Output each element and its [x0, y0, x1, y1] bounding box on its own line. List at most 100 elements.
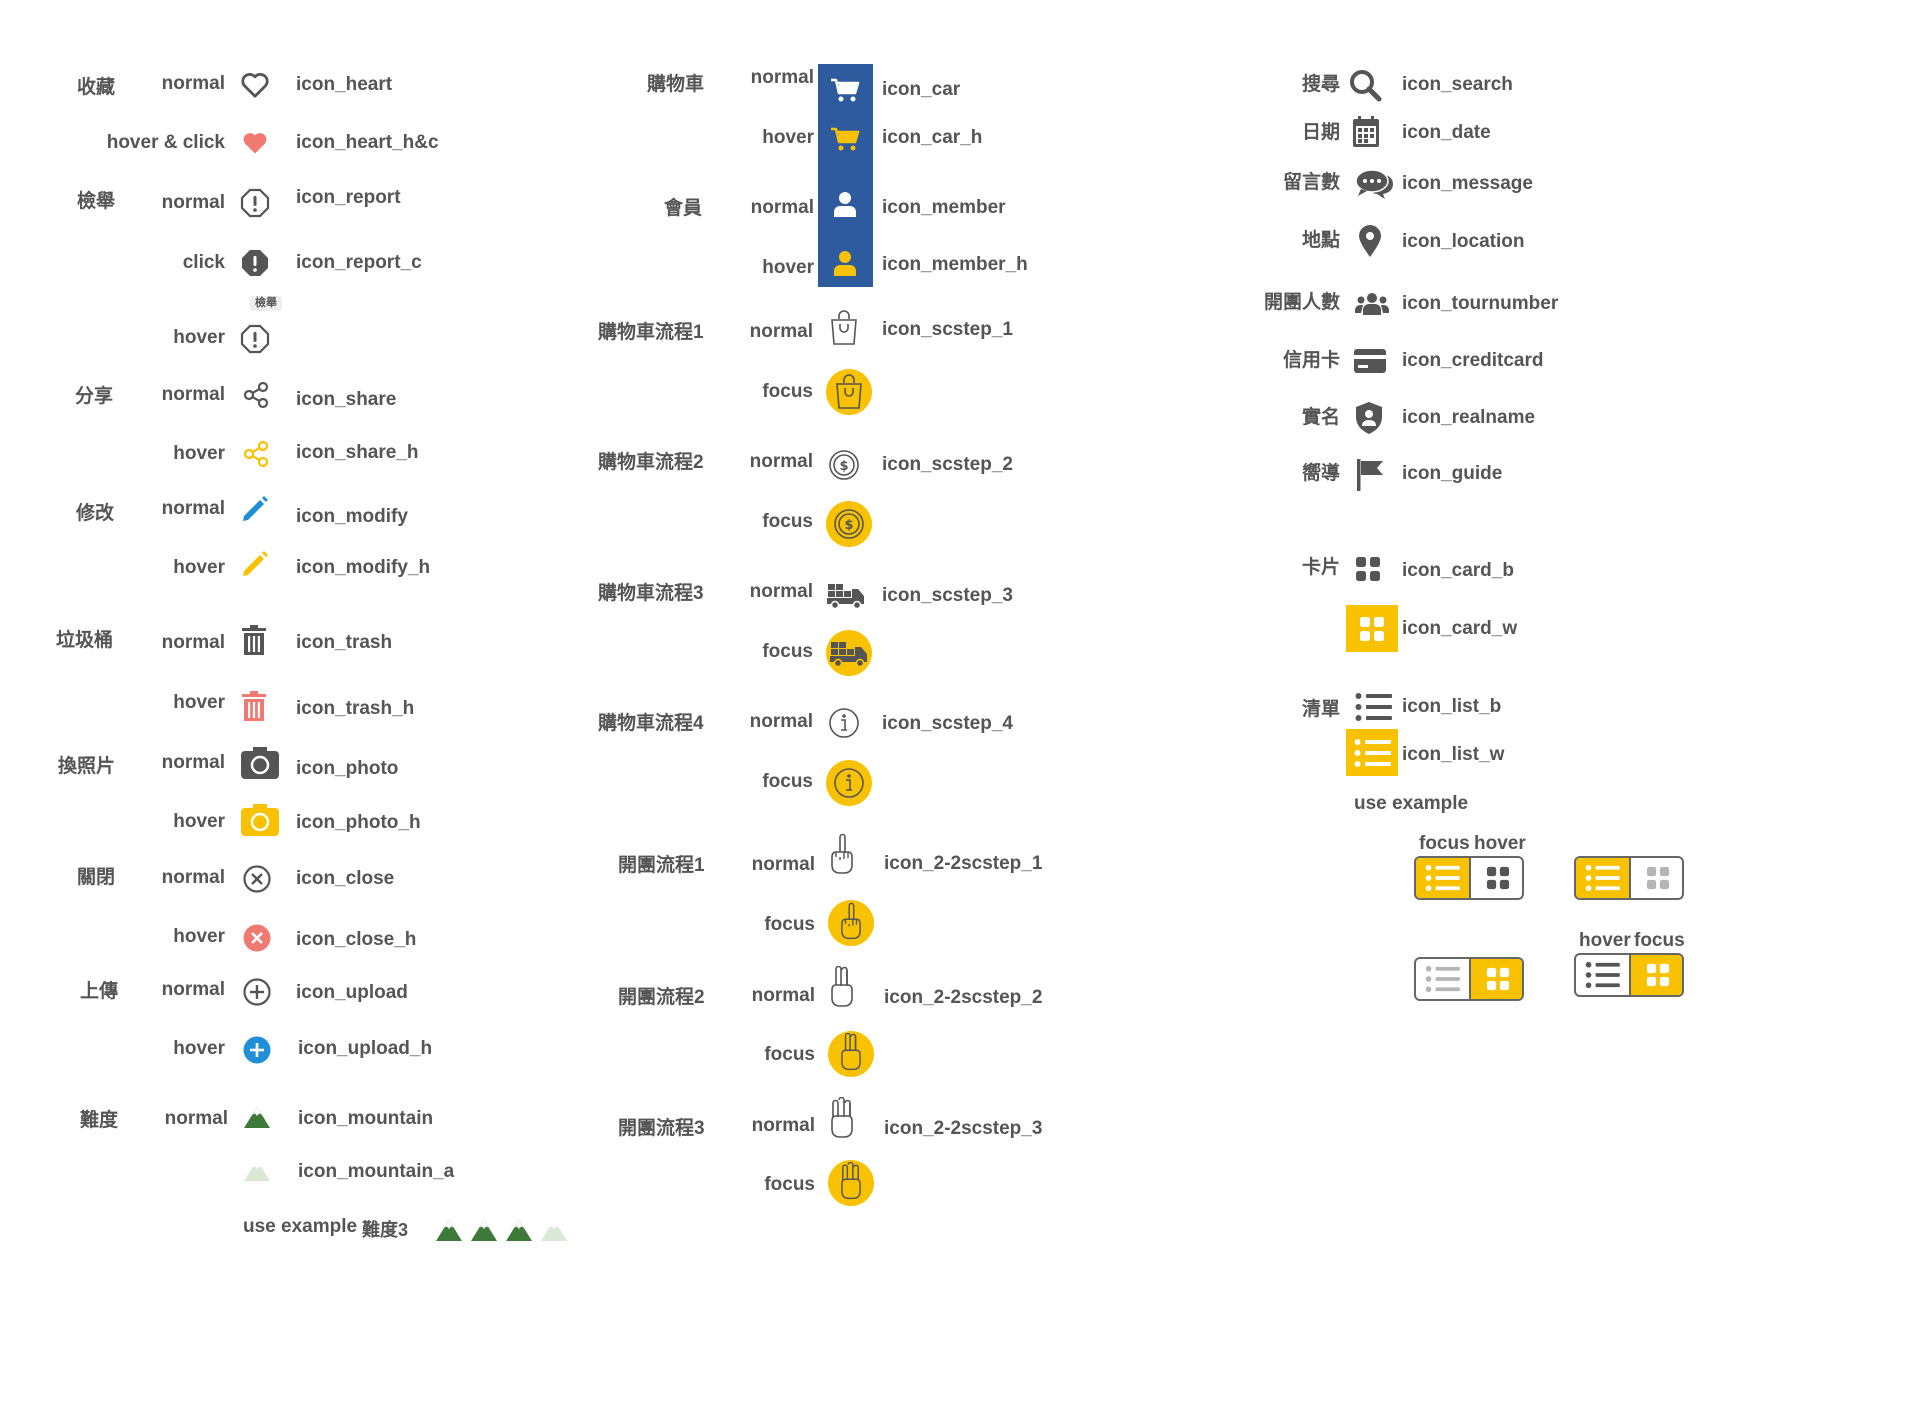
state-hover: hover — [173, 327, 225, 348]
grid-view-icon[interactable] — [1355, 556, 1381, 582]
hover-label: hover — [1474, 833, 1526, 854]
mountain-active-icon — [505, 1218, 533, 1247]
camera-icon[interactable] — [240, 746, 280, 780]
grid-view-white-icon[interactable] — [1346, 605, 1398, 652]
camera-hover-icon[interactable] — [240, 803, 280, 837]
icon-name: icon_trash — [296, 632, 393, 653]
icon-name: icon_2-2scstep_2 — [884, 987, 1043, 1008]
calendar-icon[interactable] — [1352, 116, 1380, 148]
state-normal: normal — [161, 498, 225, 519]
mountain-icon — [243, 1105, 271, 1129]
trash-icon[interactable] — [240, 623, 268, 657]
cart-icon[interactable] — [830, 77, 860, 103]
icon-name: icon_scstep_4 — [882, 713, 1013, 734]
mountain-inactive-icon — [540, 1218, 568, 1247]
list-toggle-option[interactable] — [1576, 955, 1629, 995]
heart-filled-icon[interactable] — [241, 130, 269, 156]
coin-focus-icon[interactable]: $ — [833, 508, 865, 540]
member-hover-icon[interactable] — [832, 249, 858, 277]
icon-name: icon_report — [296, 187, 401, 208]
icon-name: icon_creditcard — [1402, 350, 1544, 371]
hand-three-fingers-focus-icon[interactable] — [835, 1162, 867, 1202]
view-toggle-focus-list-hover-grid[interactable] — [1414, 856, 1524, 900]
upload-hover-icon[interactable] — [242, 1035, 272, 1065]
list-toggle-option[interactable] — [1416, 959, 1469, 999]
focus-label: focus — [1634, 930, 1685, 951]
close-hover-icon[interactable] — [242, 923, 272, 953]
icon-name: icon_car — [882, 79, 961, 100]
info-icon[interactable] — [828, 707, 860, 739]
member-icon[interactable] — [832, 190, 858, 218]
state-focus: focus — [762, 771, 813, 792]
cart-hover-icon[interactable] — [830, 126, 860, 152]
view-toggle-hover-list-focus-grid[interactable] — [1574, 953, 1684, 997]
state-hover: hover — [173, 811, 225, 832]
shopping-bag-focus-icon[interactable] — [834, 374, 864, 410]
category-group2: 開團流程2 — [618, 987, 705, 1008]
state-normal: normal — [749, 711, 813, 732]
view-toggle-idle-list-focus-grid[interactable] — [1414, 957, 1524, 1001]
list-toggle-option[interactable] — [1416, 858, 1469, 898]
hand-two-fingers-focus-icon[interactable] — [835, 1033, 867, 1073]
category-scstep4: 購物車流程4 — [598, 713, 704, 734]
icon-name: icon_photo_h — [296, 812, 421, 833]
state-normal: normal — [749, 321, 813, 342]
grid-toggle-option[interactable] — [1469, 858, 1522, 898]
difficulty-example-text: 難度3 — [362, 1220, 409, 1240]
state-normal: normal — [161, 632, 225, 653]
view-toggle-focus-list-idle-grid[interactable] — [1574, 856, 1684, 900]
trash-hover-icon[interactable] — [240, 689, 268, 723]
icon-name: icon_location — [1402, 231, 1525, 252]
pencil-hover-icon[interactable] — [240, 549, 270, 579]
category-scstep2: 購物車流程2 — [598, 452, 704, 473]
info-focus-icon[interactable] — [833, 767, 865, 799]
share-icon[interactable] — [242, 381, 270, 409]
close-icon[interactable] — [242, 864, 272, 894]
hand-one-finger-focus-icon[interactable] — [835, 902, 867, 942]
shopping-bag-icon[interactable] — [829, 310, 859, 346]
location-pin-icon[interactable] — [1358, 224, 1382, 258]
report-icon[interactable] — [240, 188, 270, 218]
coin-icon[interactable]: $ — [828, 449, 860, 481]
icon-name: icon_heart — [296, 74, 393, 95]
focus-label: focus — [1419, 833, 1470, 854]
state-normal: normal — [749, 451, 813, 472]
hand-two-fingers-icon[interactable] — [826, 966, 858, 1010]
shield-user-icon[interactable] — [1355, 401, 1383, 435]
list-view-icon[interactable] — [1355, 692, 1393, 722]
pencil-icon[interactable] — [240, 494, 270, 524]
delivery-truck-focus-icon[interactable] — [829, 638, 869, 668]
icon-name: icon_modify — [296, 506, 408, 527]
icon-name: icon_card_w — [1402, 618, 1518, 639]
share-hover-icon[interactable] — [242, 440, 270, 468]
category-trash: 垃圾桶 — [56, 630, 114, 651]
message-bubble-icon[interactable] — [1355, 168, 1395, 200]
state-normal: normal — [161, 384, 225, 405]
report-icon[interactable] — [240, 324, 270, 354]
category-card: 卡片 — [1301, 557, 1340, 578]
upload-icon[interactable] — [242, 977, 272, 1007]
heart-icon[interactable] — [240, 71, 270, 99]
delivery-truck-icon[interactable] — [826, 580, 866, 610]
search-icon[interactable] — [1348, 68, 1382, 102]
state-hover: hover — [173, 692, 225, 713]
hand-one-finger-icon[interactable] — [826, 833, 858, 877]
icon-name: icon_message — [1402, 173, 1533, 194]
list-toggle-option[interactable] — [1576, 858, 1629, 898]
mountain-active-icon — [470, 1218, 498, 1247]
flag-icon[interactable] — [1355, 458, 1387, 492]
category-scstep1: 購物車流程1 — [598, 322, 704, 343]
state-click: click — [182, 252, 225, 273]
state-normal: normal — [750, 197, 814, 218]
grid-toggle-option[interactable] — [1469, 959, 1522, 999]
state-focus: focus — [762, 381, 813, 402]
list-view-white-icon[interactable] — [1346, 729, 1398, 776]
grid-toggle-option[interactable] — [1629, 955, 1682, 995]
grid-toggle-option[interactable] — [1629, 858, 1682, 898]
report-filled-icon[interactable] — [240, 248, 270, 278]
group-people-icon[interactable] — [1354, 291, 1390, 317]
hand-three-fingers-icon[interactable] — [826, 1097, 858, 1141]
category-upload: 上傳 — [80, 981, 119, 1002]
icon-name: icon_scstep_3 — [882, 585, 1013, 606]
credit-card-icon[interactable] — [1353, 348, 1387, 374]
